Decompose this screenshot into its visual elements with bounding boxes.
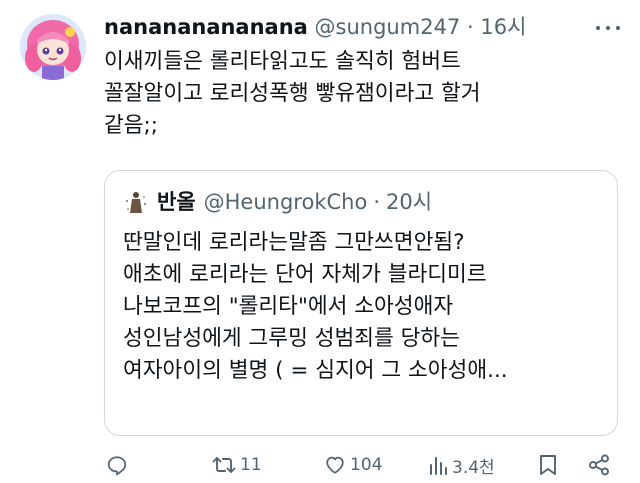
- share-button[interactable]: [588, 450, 610, 480]
- display-name[interactable]: nanananananana: [104, 15, 308, 39]
- quote-display-name[interactable]: 반올: [157, 189, 196, 215]
- tweet-header: nanananananana @sungum247 · 16시: [104, 14, 526, 40]
- share-icon: [589, 454, 609, 476]
- bookmark-button[interactable]: [538, 450, 558, 480]
- quote-text: 딴말인데 로리라는말좀 그만쓰면안됨? 애초에 로리라는 단어 자체가 블라디미…: [123, 227, 603, 387]
- like-button[interactable]: 104: [324, 450, 382, 480]
- quote-timestamp[interactable]: 20시: [386, 189, 432, 215]
- quote-handle[interactable]: @HeungrokCho: [204, 189, 368, 215]
- timestamp[interactable]: 16시: [480, 15, 526, 39]
- tweet-text-line: 이새끼들은 롤리타읽고도 솔직히 험버트: [104, 49, 461, 74]
- heart-icon: [326, 456, 344, 474]
- quote-text-line: 나보코프의 "롤리타"에서 소아성애자: [123, 294, 454, 319]
- quote-text-line: 딴말인데 로리라는말좀 그만쓰면안됨?: [123, 230, 465, 255]
- quote-avatar[interactable]: [123, 189, 149, 215]
- retweet-icon: [212, 457, 236, 473]
- quote-text-line: 여자아이의 별명 ( = 심지어 그 소아성애...: [123, 358, 508, 383]
- more-options-icon[interactable]: [596, 18, 620, 38]
- quoted-tweet-card[interactable]: 반올 @HeungrokCho · 20시 딴말인데 로리라는말좀 그만쓰면안됨…: [104, 170, 618, 436]
- user-handle[interactable]: @sungum247: [315, 15, 461, 39]
- action-bar: 11 104 3.4천: [104, 450, 624, 482]
- tweet-text: 이새끼들은 롤리타읽고도 솔직히 험버트 꼴잘알이고 로리성폭행 빻유잼이라고 …: [104, 46, 624, 142]
- retweet-button[interactable]: 11: [212, 450, 262, 480]
- quote-text-line: 성인남성에게 그루밍 성범죄를 당하는: [123, 326, 460, 351]
- views-button[interactable]: 3.4천: [428, 450, 495, 480]
- separator-dot: ·: [466, 15, 474, 39]
- reply-icon: [107, 456, 127, 476]
- quote-separator-dot: ·: [373, 190, 380, 214]
- retweet-count: 11: [240, 455, 262, 475]
- like-count: 104: [350, 455, 383, 475]
- quote-text-line: 애초에 로리라는 단어 자체가 블라디미르: [123, 262, 487, 287]
- tweet-text-line: 같음;;: [104, 113, 159, 138]
- views-count: 3.4천: [452, 457, 495, 478]
- tweet-text-line: 꼴잘알이고 로리성폭행 빻유잼이라고 할거: [104, 81, 481, 106]
- reply-button[interactable]: [106, 450, 128, 480]
- avatar[interactable]: [20, 14, 86, 80]
- views-bar-chart-icon: [430, 457, 447, 475]
- quote-header: 반올 @HeungrokCho · 20시: [123, 189, 432, 215]
- bookmark-icon: [540, 455, 556, 475]
